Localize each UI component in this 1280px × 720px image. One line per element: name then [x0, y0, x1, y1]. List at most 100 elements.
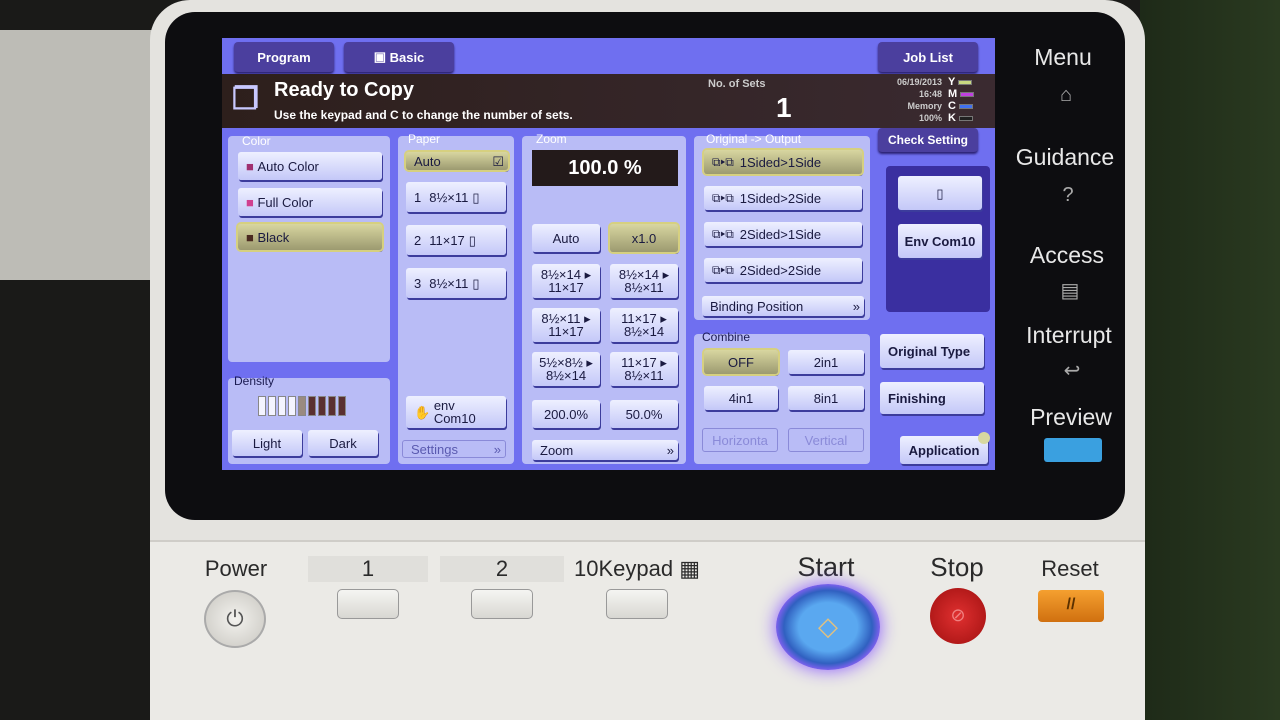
zoom-preset-button[interactable]: 5½×8½ ▸ 8½×14 — [532, 352, 600, 386]
zoom-preset-button[interactable]: 8½×14 ▸ 11×17 — [532, 264, 600, 298]
zoom-more-button[interactable]: Zoom » — [532, 440, 678, 460]
original-type-button[interactable]: Original Type — [880, 334, 984, 368]
access-label: Access — [1029, 242, 1105, 268]
keypad-button[interactable] — [606, 589, 668, 619]
binding-position-label: Binding Position — [710, 298, 804, 314]
zoom-auto-button[interactable]: Auto — [532, 224, 600, 252]
double-chevron-icon: » — [852, 298, 860, 314]
touch-screen: Program ▣ Basic Job List ❐ Ready to Copy… — [222, 38, 995, 470]
copy-icon: ❐ — [232, 83, 259, 116]
reset-button[interactable]: // — [1038, 590, 1104, 622]
job-list-button[interactable]: Job List — [878, 42, 978, 72]
combine-4in1-button[interactable]: 4in1 — [704, 386, 778, 410]
tray-size: 8½×11 — [429, 275, 469, 291]
combine-off-button[interactable]: OFF — [704, 350, 778, 374]
auto-color-icon: ■ — [246, 158, 258, 174]
density-step[interactable] — [278, 396, 286, 416]
preview-button[interactable] — [1044, 438, 1102, 462]
vertical-button[interactable]: Vertical — [788, 428, 864, 452]
checkbox-checked-icon: ☑ — [492, 153, 504, 169]
density-step[interactable] — [298, 396, 306, 416]
finishing-button[interactable]: Finishing — [880, 382, 984, 414]
duplex-icon: ⧉▸⧉ — [712, 154, 734, 169]
duplex-label: 2Sided>1Side — [739, 226, 822, 242]
tray-size: 8½×11 — [429, 189, 469, 205]
env-com10-button[interactable]: Env Com10 — [898, 224, 982, 258]
zoom-preset-button[interactable]: 11×17 ▸ 8½×14 — [610, 308, 678, 342]
toner-letter: C — [948, 100, 956, 112]
black-icon: ■ — [246, 229, 258, 245]
check-setting-button[interactable]: Check Setting — [878, 128, 978, 152]
density-step[interactable] — [268, 396, 276, 416]
bypass-tray-button[interactable]: ✋ env Com10 — [406, 396, 506, 428]
sets-value: 1 — [776, 92, 792, 123]
zoom-preset-button[interactable]: 8½×11 ▸ 11×17 — [532, 308, 600, 342]
paper-settings-label: Settings — [411, 441, 458, 457]
zoom-200-button[interactable]: 200.0% — [532, 400, 600, 428]
keypad-icon: ▦ — [679, 556, 700, 581]
density-step[interactable] — [308, 396, 316, 416]
horizontal-button[interactable]: Horizonta — [702, 428, 778, 452]
tray-number: 3 — [414, 275, 422, 291]
dark-button[interactable]: Dark — [308, 430, 378, 456]
power-button[interactable]: ⏻ — [204, 590, 266, 648]
density-step[interactable] — [338, 396, 346, 416]
toner-bar — [960, 91, 975, 97]
tray-number: 1 — [414, 189, 422, 205]
help-icon[interactable]: ? — [1038, 184, 1098, 207]
zoom-more-label: Zoom — [540, 442, 574, 458]
paper-settings-button[interactable]: Settings » — [402, 440, 506, 458]
background-printer — [0, 30, 170, 280]
toner-bar — [958, 79, 973, 85]
density-scale[interactable] — [258, 396, 346, 416]
tab-basic[interactable]: ▣ Basic — [344, 42, 454, 72]
tray-number: 2 — [414, 232, 422, 248]
black-button[interactable]: ■ Black — [238, 224, 382, 250]
duplex-option-button[interactable]: ⧉▸⧉ 2Sided>2Side — [704, 258, 862, 282]
zoom-preset-button[interactable]: 11×17 ▸ 8½×11 — [610, 352, 678, 386]
interrupt-icon[interactable]: ↩ — [1042, 358, 1102, 383]
keypad-text: 10Keypad — [573, 556, 674, 581]
zoom-50-button[interactable]: 50.0% — [610, 400, 678, 428]
duplex-option-button[interactable]: ⧉▸⧉ 1Sided>1Side — [704, 150, 862, 174]
paper-preview-icon[interactable]: ▯ — [898, 176, 982, 210]
paper-auto-button[interactable]: Auto ☑ — [406, 152, 508, 170]
application-button[interactable]: Application — [900, 436, 988, 464]
date: 06/19/2013 — [896, 77, 942, 87]
paper-tray-3-button[interactable]: 3 8½×11 ▯ — [406, 268, 506, 298]
black-label: Black — [257, 229, 290, 245]
paper-tray-2-button[interactable]: 2 11×17 ▯ — [406, 225, 506, 255]
auto-color-button[interactable]: ■ Auto Color — [238, 152, 382, 180]
home-icon[interactable]: ⌂ — [1036, 84, 1096, 107]
hand-icon: ✋ — [414, 404, 434, 420]
combine-8in1-button[interactable]: 8in1 — [788, 386, 864, 410]
tab-program[interactable]: Program — [234, 42, 334, 72]
density-label: Density — [234, 374, 275, 388]
stop-button[interactable]: ⊘ — [930, 588, 986, 644]
toner-levels: YMCK — [948, 76, 975, 124]
start-button[interactable]: ◇ — [776, 584, 880, 670]
duplex-option-button[interactable]: ⧉▸⧉ 2Sided>1Side — [704, 222, 862, 246]
binding-position-button[interactable]: Binding Position » — [702, 296, 864, 316]
key-2-label: 2 — [440, 556, 564, 582]
zoom-x1-button[interactable]: x1.0 — [610, 224, 678, 252]
double-chevron-icon: » — [666, 442, 674, 458]
guidance-label: Guidance — [1015, 144, 1115, 170]
key-1-button[interactable] — [337, 589, 399, 619]
access-icon[interactable]: ▤ — [1040, 278, 1100, 303]
full-color-button[interactable]: ■ Full Color — [238, 188, 382, 216]
density-step[interactable] — [288, 396, 296, 416]
density-step[interactable] — [258, 396, 266, 416]
density-step[interactable] — [328, 396, 336, 416]
duplex-option-button[interactable]: ⧉▸⧉ 1Sided>2Side — [704, 186, 862, 210]
paper-orientation-icon: ▯ — [472, 189, 480, 205]
combine-2in1-button[interactable]: 2in1 — [788, 350, 864, 374]
zoom-preset-button[interactable]: 8½×14 ▸ 8½×11 — [610, 264, 678, 298]
keypad-label: 10Keypad ▦ — [572, 556, 702, 582]
density-step[interactable] — [318, 396, 326, 416]
key-2-button[interactable] — [471, 589, 533, 619]
toner-letter: M — [948, 88, 958, 100]
paper-tray-1-button[interactable]: 1 8½×11 ▯ — [406, 182, 506, 212]
preset-to: 8½×14 — [623, 324, 665, 339]
light-button[interactable]: Light — [232, 430, 302, 456]
